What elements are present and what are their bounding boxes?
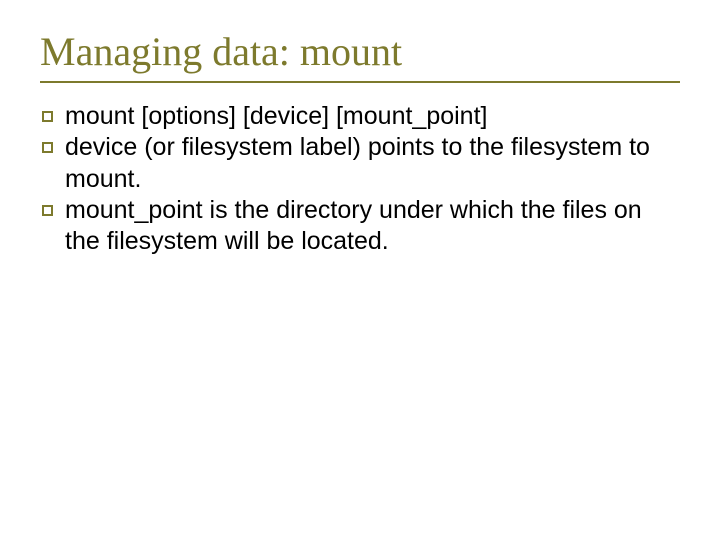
list-item: mount [options] [device] [mount_point] [40,101,680,132]
slide: Managing data: mount mount [options] [de… [0,0,720,540]
list-item: mount_point is the directory under which… [40,195,680,258]
list-item: device (or filesystem label) points to t… [40,132,680,195]
bullet-icon [42,205,53,216]
title-underline [40,81,680,83]
slide-body: mount [options] [device] [mount_point] d… [40,101,680,257]
bullet-icon [42,111,53,122]
bullet-text: mount [options] [device] [mount_point] [65,101,680,132]
bullet-icon [42,142,53,153]
bullet-text: mount_point is the directory under which… [65,195,680,258]
bullet-text: device (or filesystem label) points to t… [65,132,680,195]
slide-title: Managing data: mount [40,28,680,81]
